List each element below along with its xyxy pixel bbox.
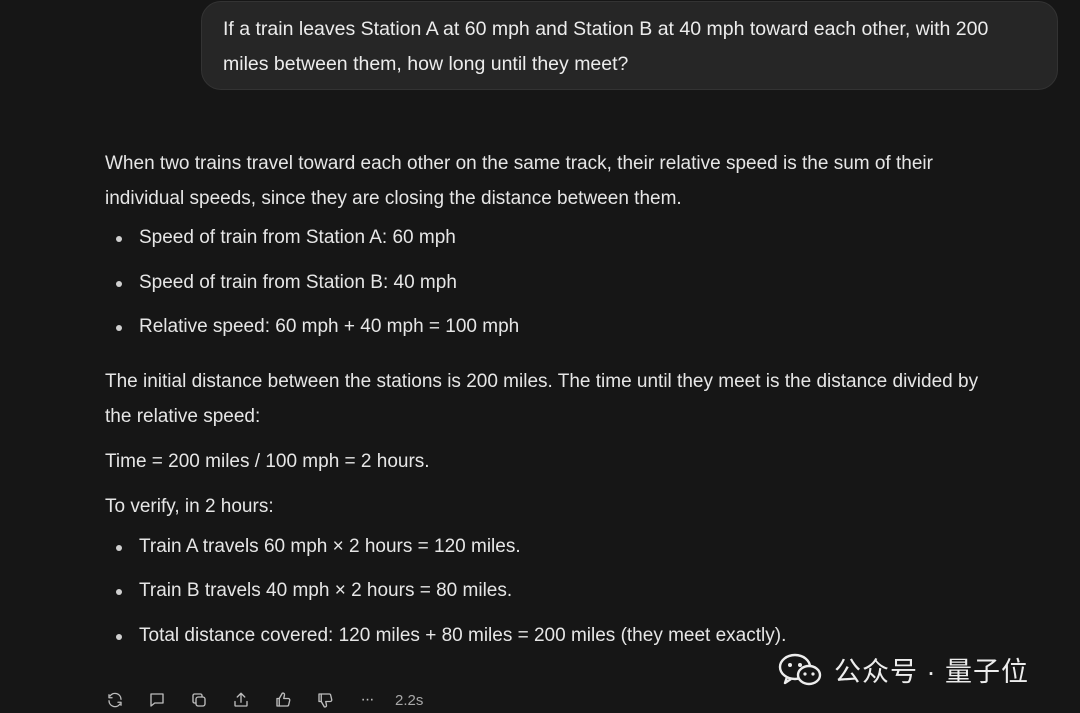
message-toolbar: ··· 2.2s xyxy=(105,688,423,712)
assistant-answer: When two trains travel toward each other… xyxy=(105,146,1065,667)
list-item: Relative speed: 60 mph + 40 mph = 100 mp… xyxy=(105,314,1065,359)
refresh-icon[interactable] xyxy=(105,690,125,710)
more-icon[interactable]: ··· xyxy=(357,690,377,710)
speeds-list: Speed of train from Station A: 60 mph Sp… xyxy=(105,225,1065,359)
answer-intro-line: When two trains travel toward each other… xyxy=(105,153,933,174)
thumbs-down-icon[interactable] xyxy=(315,690,335,710)
list-item: Train A travels 60 mph × 2 hours = 120 m… xyxy=(105,534,1065,579)
list-item: Speed of train from Station A: 60 mph xyxy=(105,225,1065,270)
watermark: 公众号 · 量子位 xyxy=(778,650,1029,689)
answer-verify-intro: To verify, in 2 hours: xyxy=(105,495,274,517)
user-message-line: If a train leaves Station A at 60 mph an… xyxy=(223,18,989,40)
wechat-icon xyxy=(778,653,822,685)
list-item: Speed of train from Station B: 40 mph xyxy=(105,270,1065,315)
thumbs-up-icon[interactable] xyxy=(273,690,293,710)
share-icon[interactable] xyxy=(231,690,251,710)
user-message-bubble: If a train leaves Station A at 60 mph an… xyxy=(201,1,1058,90)
list-item: Train B travels 40 mph × 2 hours = 80 mi… xyxy=(105,578,1065,623)
verify-list: Train A travels 60 mph × 2 hours = 120 m… xyxy=(105,534,1065,668)
user-message-line: miles between them, how long until they … xyxy=(223,53,629,75)
copy-icon[interactable] xyxy=(189,690,209,710)
answer-time-formula: Time = 200 miles / 100 mph = 2 hours. xyxy=(105,450,430,472)
answer-distance-line: The initial distance between the station… xyxy=(105,370,979,392)
answer-intro-line: individual speeds, since they are closin… xyxy=(105,188,682,209)
comment-icon[interactable] xyxy=(147,690,167,710)
response-timing: 2.2s xyxy=(395,691,424,709)
watermark-text: 公众号 · 量子位 xyxy=(834,657,1029,687)
answer-distance-line: the relative speed: xyxy=(105,405,261,427)
